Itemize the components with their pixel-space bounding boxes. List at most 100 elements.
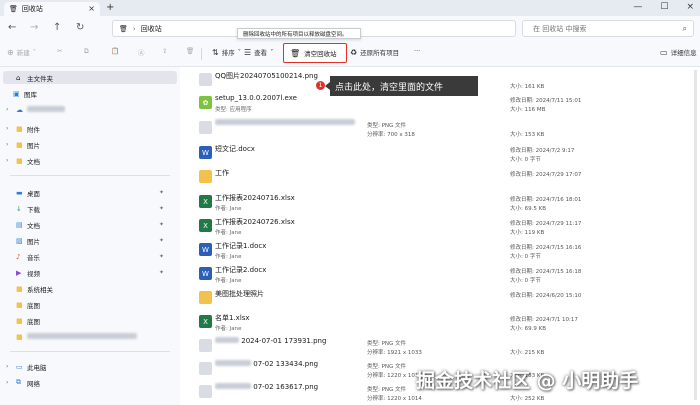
- pin-icon[interactable]: ✦: [159, 269, 164, 276]
- file-author: 作者: Jane: [215, 206, 242, 212]
- sidebar-item-videos[interactable]: ▶ 视频 ✦: [0, 266, 176, 279]
- up-icon[interactable]: ↑: [53, 22, 61, 33]
- sidebar-item-pictures[interactable]: › ■ 图片: [0, 138, 176, 151]
- close-tab-icon[interactable]: ×: [88, 4, 95, 13]
- minimize-icon[interactable]: —: [633, 2, 642, 12]
- cut-icon[interactable]: ✂: [57, 47, 62, 55]
- sort-label: 排序: [221, 49, 235, 57]
- search-icon[interactable]: ⌕: [683, 24, 687, 34]
- pin-icon[interactable]: ✦: [159, 237, 164, 244]
- sidebar-item-documents[interactable]: ▤ 文档 ✦: [0, 218, 176, 231]
- tab-recycle-bin[interactable]: 🗑 回收站 ×: [4, 2, 100, 16]
- chevron-right-icon: ›: [6, 157, 9, 164]
- list-item[interactable]: X 工作报表20240726.xlsx 作者: Jane 修改日期: 2024/…: [180, 215, 700, 238]
- sidebar-item-music[interactable]: ♪ 音乐 ✦: [0, 250, 176, 263]
- home-icon: ⌂: [16, 73, 21, 82]
- file-date: 修改日期: 2024/7/2 9:17: [510, 148, 575, 154]
- file-name: 工作: [215, 169, 229, 177]
- file-size: 大小: 0 字节: [510, 157, 541, 163]
- sidebar-item-system[interactable]: ■ 系统相关: [0, 282, 176, 295]
- pin-icon[interactable]: ✦: [159, 253, 164, 260]
- sidebar-item-label: 图片: [27, 237, 40, 246]
- sidebar-item-desktop[interactable]: ▬ 桌面 ✦: [0, 186, 176, 199]
- pin-icon[interactable]: ✦: [159, 189, 164, 196]
- paste-icon[interactable]: 📋: [111, 47, 119, 55]
- details-pane-icon: ▭: [660, 47, 668, 57]
- file-size: 大小: 252 KB: [510, 396, 545, 402]
- restore-all-label: 还原所有项目: [360, 49, 400, 57]
- sidebar-item-downloads[interactable]: ↓ 下载 ✦: [0, 202, 176, 215]
- share-icon[interactable]: ⇪: [162, 47, 167, 55]
- pin-icon[interactable]: ✦: [159, 205, 164, 212]
- restore-all-button[interactable]: ♻ 还原所有项目: [350, 47, 400, 58]
- sidebar-item-hidden[interactable]: ■: [0, 330, 176, 343]
- view-button[interactable]: ☰ 查看 ˅: [244, 47, 273, 58]
- empty-bin-tooltip: 删除回收站中的所有项目以释放磁盘空间。: [237, 28, 361, 39]
- sidebar-divider: [10, 175, 170, 176]
- list-item[interactable]: 类型: PNG 文件 分辨率: 700 x 318 大小: 153 KB: [180, 117, 700, 140]
- annotation-callout: 点击此处，清空里面的文件: [330, 76, 478, 96]
- list-item[interactable]: X 工作报表20240716.xlsx 作者: Jane 修改日期: 2024/…: [180, 191, 700, 214]
- recycle-bin-icon: 🗑: [9, 5, 18, 13]
- search-input[interactable]: [533, 24, 673, 33]
- sidebar-item-attachments[interactable]: › ■ 附件: [0, 122, 176, 135]
- new-tab-button[interactable]: +: [106, 2, 114, 13]
- list-item[interactable]: W 工作记录2.docx 作者: Jane 修改日期: 2024/7/15 16…: [180, 263, 700, 286]
- file-type: 类型: PNG 文件: [367, 387, 407, 393]
- sidebar-item-home[interactable]: ⌂ 主文件夹: [3, 71, 177, 84]
- recycle-bin-icon: 🗑: [119, 24, 128, 33]
- details-button[interactable]: ▭ 详细信息: [660, 47, 697, 58]
- list-item[interactable]: X 名单1.xlsx 作者: Jane 修改日期: 2024/7/1 10:17…: [180, 311, 700, 334]
- chevron-down-icon: ˅: [237, 48, 241, 56]
- more-options-button[interactable]: ···: [414, 47, 420, 55]
- file-name: 07-02 133434.png: [253, 360, 319, 368]
- navigation-pane: ⌂ 主文件夹 ▣ 图库 › ☁ › ■ 附件 › ■ 图片 › ■ 文档 ▬ 桌…: [0, 67, 180, 405]
- sidebar-item-gallery[interactable]: ▣ 图库: [0, 87, 176, 100]
- breadcrumb-recycle-bin[interactable]: 回收站: [141, 24, 162, 34]
- empty-recycle-bin-label: 清空回收站: [304, 50, 337, 58]
- excel-icon: X: [199, 195, 212, 208]
- document-icon: ▤: [16, 220, 23, 229]
- file-name: 工作记录2.docx: [215, 266, 267, 274]
- computer-icon: ▭: [16, 362, 23, 371]
- file-type: 类型: PNG 文件: [367, 341, 407, 347]
- search-box[interactable]: ⌕: [522, 20, 694, 37]
- sidebar-item-onedrive[interactable]: › ☁: [0, 103, 176, 116]
- sidebar-item-wallpaper[interactable]: ■ 底图: [0, 298, 176, 311]
- sidebar-item-images[interactable]: ▨ 图片 ✦: [0, 234, 176, 247]
- file-name: QQ图片20240705100214.png: [215, 72, 318, 80]
- file-size: 大小: 69.5 KB: [510, 206, 546, 212]
- empty-recycle-bin-button[interactable]: 🗑 清空回收站: [283, 43, 347, 63]
- sidebar-item-label: 音乐: [27, 253, 40, 262]
- list-item[interactable]: 工作 修改日期: 2024/7/29 17:07: [180, 166, 700, 189]
- pin-icon[interactable]: ✦: [159, 221, 164, 228]
- forward-icon[interactable]: →: [30, 22, 38, 33]
- folder-icon: ■: [16, 156, 23, 165]
- sidebar-item-wallpaper-2[interactable]: ■ 底图: [0, 314, 176, 327]
- rename-icon[interactable]: Ⓐ: [138, 47, 145, 57]
- folder-icon: [199, 291, 212, 304]
- copy-icon[interactable]: ⧉: [84, 47, 89, 56]
- sidebar-item-docs[interactable]: › ■ 文档: [0, 154, 176, 167]
- sidebar-item-this-pc[interactable]: › ▭ 此电脑: [0, 360, 176, 373]
- maximize-icon[interactable]: ☐: [660, 2, 668, 12]
- chevron-right-icon: ›: [6, 141, 9, 148]
- image-icon: [199, 73, 212, 86]
- music-icon: ♪: [16, 252, 21, 261]
- list-item[interactable]: W 工作记录1.docx 作者: Jane 修改日期: 2024/7/15 16…: [180, 239, 700, 262]
- sort-button[interactable]: ⇅ 排序 ˅: [212, 47, 241, 58]
- plus-icon: ⊕: [7, 47, 14, 57]
- new-button[interactable]: ⊕ 新建 ˅: [7, 47, 36, 58]
- back-icon[interactable]: ←: [8, 22, 16, 33]
- refresh-icon[interactable]: ↻: [76, 22, 84, 33]
- close-window-icon[interactable]: ×: [686, 2, 694, 12]
- file-date: 修改日期: 2024/7/11 15:01: [510, 98, 582, 104]
- file-name: 07-02 163617.png: [253, 383, 319, 391]
- sidebar-item-network[interactable]: › ⧉ 网络: [0, 376, 176, 389]
- list-item[interactable]: 美图批处理照片 修改日期: 2024/6/20 15:10: [180, 287, 700, 310]
- scrollbar[interactable]: [694, 70, 697, 400]
- sidebar-item-label: 附件: [27, 125, 40, 134]
- delete-icon[interactable]: 🗑: [186, 47, 194, 55]
- list-item[interactable]: W 短文记.docx 修改日期: 2024/7/2 9:17 大小: 0 字节: [180, 142, 700, 165]
- list-item[interactable]: 2024-07-01 173931.png 类型: PNG 文件 分辨率: 19…: [180, 335, 700, 358]
